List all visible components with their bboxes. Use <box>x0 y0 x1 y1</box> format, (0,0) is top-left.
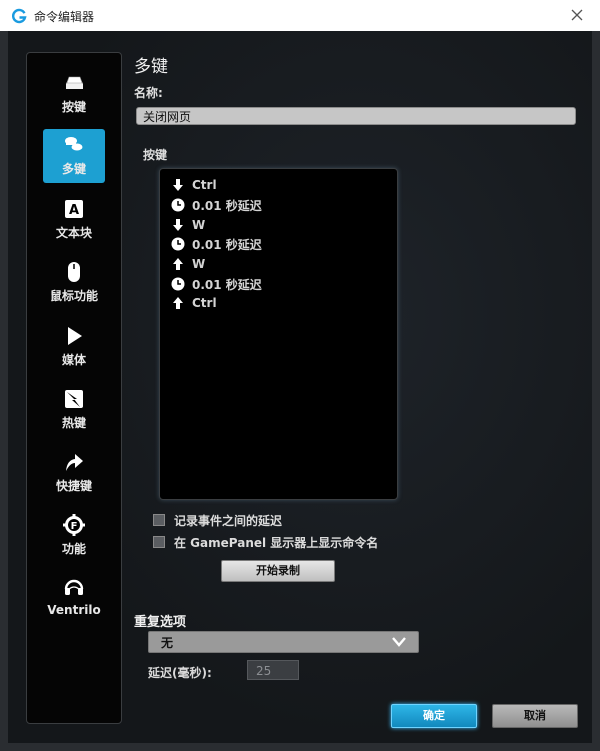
list-item[interactable]: 0.01 秒延迟 <box>171 275 262 293</box>
mouse-icon <box>68 262 80 282</box>
keycap-icon <box>66 76 83 89</box>
background-window-edge <box>0 31 8 743</box>
text-block-icon: A <box>65 200 83 218</box>
list-item[interactable]: Ctrl <box>171 294 217 312</box>
list-item[interactable]: W <box>171 255 205 273</box>
name-label: 名称: <box>134 86 163 100</box>
list-item[interactable]: W <box>171 216 205 234</box>
cancel-button[interactable]: 取消 <box>492 704 578 728</box>
repeat-options-select[interactable]: 无 <box>148 631 419 653</box>
arrow-up-icon <box>173 258 183 270</box>
arrow-down-icon <box>173 219 183 231</box>
clock-icon <box>171 237 185 251</box>
arrow-down-icon <box>173 179 183 191</box>
list-item[interactable]: Ctrl <box>171 176 217 194</box>
sidebar-item-mouse-function[interactable]: 鼠标功能 <box>43 256 105 310</box>
checkbox[interactable] <box>153 536 165 548</box>
show-name-checkbox[interactable]: 在 GamePanel 显示器上显示命令名 <box>153 534 378 550</box>
headset-icon <box>64 579 84 595</box>
svg-text:A: A <box>69 203 79 218</box>
sidebar-item-text-block[interactable]: A 文本块 <box>43 193 105 247</box>
checkbox[interactable] <box>153 514 165 526</box>
record-delay-checkbox[interactable]: 记录事件之间的延迟 <box>153 512 282 528</box>
page-title: 多键 <box>134 57 168 77</box>
sidebar-item-keystroke[interactable]: 按键 <box>43 67 105 121</box>
hotkey-icon <box>65 390 83 408</box>
repeat-options-label: 重复选项 <box>134 615 187 630</box>
clock-icon <box>171 198 185 212</box>
list-item[interactable]: 0.01 秒延迟 <box>171 196 262 214</box>
background-window-edge <box>0 743 600 751</box>
command-type-sidebar: 按键 多键 A 文本块 鼠标功能 媒体 热键 快捷键 F 功能 Ventrilo <box>26 52 122 724</box>
sidebar-item-multikey[interactable]: 多键 <box>43 129 105 183</box>
keystroke-list[interactable]: Ctrl 0.01 秒延迟 W 0.01 秒延迟 W 0.01 秒延迟 Ctrl <box>159 168 398 500</box>
clock-icon <box>171 277 185 291</box>
logitech-g-logo-icon <box>12 8 27 24</box>
play-icon <box>68 327 82 345</box>
svg-text:F: F <box>71 521 78 532</box>
sidebar-item-ventrilo[interactable]: Ventrilo <box>43 572 105 626</box>
gear-f-icon: F <box>63 514 85 536</box>
window-title: 命令编辑器 <box>34 10 95 24</box>
delay-input[interactable]: 25 <box>247 660 299 680</box>
sidebar-item-shortcut[interactable]: 快捷键 <box>43 446 105 500</box>
name-input[interactable]: 关闭网页 <box>136 107 576 125</box>
chevron-down-icon <box>392 637 406 647</box>
multikey-icon <box>65 137 84 152</box>
list-item[interactable]: 0.01 秒延迟 <box>171 235 262 253</box>
keys-label: 按键 <box>143 148 168 162</box>
sidebar-item-media[interactable]: 媒体 <box>43 320 105 374</box>
start-recording-button[interactable]: 开始录制 <box>221 560 335 582</box>
background-window-edge <box>592 31 600 743</box>
title-bar: 命令编辑器 <box>0 0 600 32</box>
shortcut-arrow-icon <box>66 454 83 471</box>
sidebar-item-hotkey[interactable]: 热键 <box>43 383 105 437</box>
close-icon[interactable] <box>568 6 586 24</box>
delay-label: 延迟(毫秒): <box>148 666 212 680</box>
ok-button[interactable]: 确定 <box>391 704 477 728</box>
sidebar-item-function[interactable]: F 功能 <box>43 509 105 563</box>
arrow-up-icon <box>173 297 183 309</box>
